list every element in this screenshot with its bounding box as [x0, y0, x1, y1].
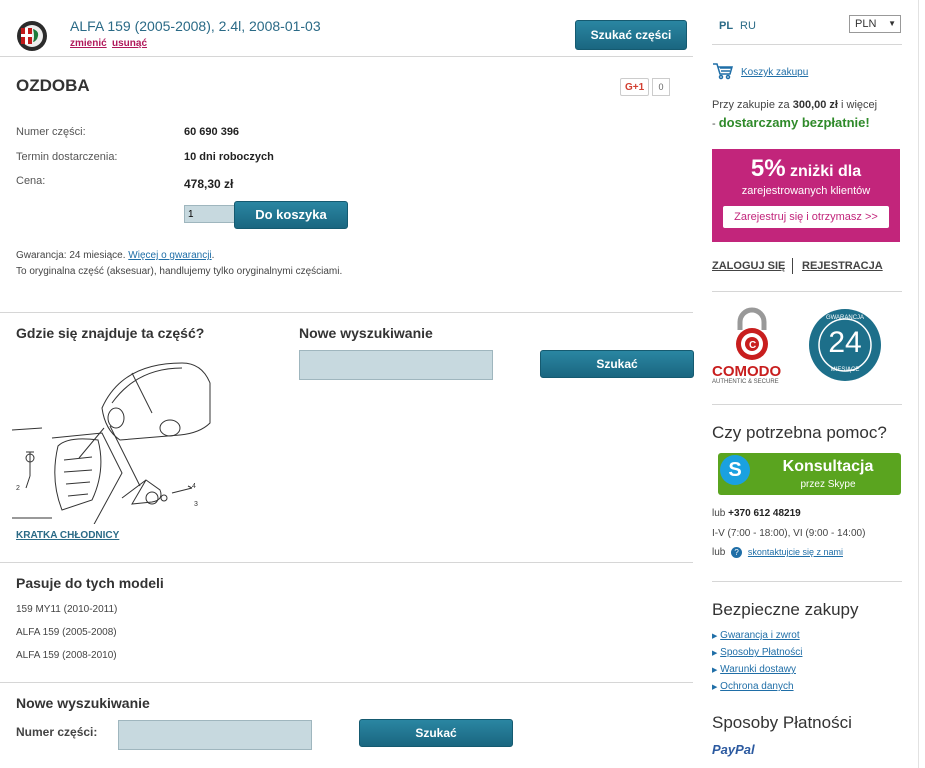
promo-banner[interactable]: 5% zniżki dla zarejestrowanych klientów … [712, 149, 900, 242]
remove-vehicle-link[interactable]: usunąć [112, 38, 147, 49]
part-number-search-label: Numer części: [16, 725, 98, 739]
skype-subtitle: przez Skype [800, 479, 856, 490]
search-parts-button[interactable]: Szukać części [575, 20, 687, 50]
new-search-heading: Nowe wyszukiwanie [299, 325, 433, 341]
help-icon: ? [731, 547, 743, 558]
safe-shopping-heading: Bezpieczne zakupy [712, 600, 859, 619]
seal-bottom-text: MIESIĄCE [830, 367, 860, 373]
delivery-label: Termin dostarczenia: [16, 151, 118, 163]
change-vehicle-link[interactable]: zmienić [70, 38, 107, 49]
cart-icon[interactable] [712, 62, 734, 80]
model-item: ALFA 159 (2008-2010) [16, 650, 117, 661]
svg-text:3: 3 [194, 501, 198, 508]
original-text: To oryginalna część (aksesuar), handluje… [16, 266, 343, 277]
arrow-icon: ▶ [712, 650, 718, 657]
quantity-input[interactable] [184, 205, 236, 223]
login-link[interactable]: ZALOGUJ SIĘ [712, 260, 785, 272]
promo-text: zniżki dla [790, 163, 862, 180]
part-number-search-input[interactable] [118, 720, 312, 750]
seal-top-text: GWARANCJA [825, 315, 865, 321]
part-number-search-button[interactable]: Szukać [359, 719, 513, 747]
divider [0, 312, 693, 313]
lang-ru[interactable]: RU [740, 20, 756, 32]
help-heading: Czy potrzebna pomoc? [712, 423, 887, 442]
seal-number: 24 [828, 326, 862, 359]
arrow-icon: ▶ [712, 633, 718, 640]
divider [712, 404, 902, 405]
register-link[interactable]: REJESTRACJA [802, 260, 883, 272]
price-label: Cena: [16, 175, 46, 187]
contact-line: lub ? skontaktujcie się z nami [712, 547, 843, 558]
phone-line: lub +370 612 48219 [712, 508, 801, 519]
paypal-logo: PayPal [712, 742, 755, 757]
new-search-button[interactable]: Szukać [540, 350, 694, 378]
part-title: OZDOBA [16, 76, 90, 95]
currency-select[interactable]: PLN ▼ [849, 15, 901, 33]
skype-title: Konsultacja [782, 458, 874, 475]
phone-number: +370 612 48219 [728, 508, 801, 519]
gplus-count: 0 [652, 78, 670, 96]
add-to-cart-button[interactable]: Do koszyka [234, 201, 348, 229]
svg-text:4: 4 [192, 483, 196, 490]
svg-text:C: C [749, 340, 756, 351]
chevron-down-icon: ▼ [888, 19, 896, 28]
model-item: ALFA 159 (2005-2008) [16, 627, 117, 638]
shipping-info: Przy zakupie za 300,00 zł i więcej - dos… [712, 99, 878, 130]
svg-text:2: 2 [16, 485, 20, 492]
arrow-icon: ▶ [712, 684, 718, 691]
diagram-part-link[interactable]: KRATKA CHŁODNICY [16, 530, 119, 541]
promo-percent: 5% [750, 155, 786, 182]
divider [712, 291, 902, 292]
cart-link[interactable]: Koszyk zakupu [741, 67, 808, 78]
price-value: 478,30 zł [184, 177, 234, 191]
gplus-label: G+1 [625, 81, 645, 93]
promo-subtext: zarejestrowanych klientów [741, 185, 871, 197]
part-number-value: 60 690 396 [184, 126, 240, 138]
model-item: 159 MY11 (2010-2011) [16, 604, 118, 615]
link-separator [792, 258, 793, 274]
safe-link-item[interactable]: ▶ Gwarancja i zwrot [712, 630, 800, 641]
comodo-logo-text: COMODO [712, 363, 782, 380]
alfa-logo [16, 20, 48, 52]
safe-link-item[interactable]: ▶ Sposoby Płatności [712, 647, 802, 658]
warranty-text: Gwarancja: 24 miesiące. [16, 250, 126, 261]
vehicle-title: ALFA 159 (2005-2008), 2.4l, 2008-01-03 [70, 18, 321, 34]
arrow-icon: ▶ [712, 667, 718, 674]
free-shipping-text: dostarczamy bezpłatnie! [718, 115, 870, 130]
gplus-button[interactable]: G+1 [620, 78, 650, 96]
warranty-line: Gwarancja: 24 miesiące. Więcej o gwaranc… [16, 250, 215, 261]
divider [712, 581, 902, 582]
divider [712, 44, 902, 45]
warranty-seal: GWARANCJA 24 MIESIĄCE [808, 308, 882, 382]
divider [0, 682, 693, 683]
comodo-subtext: AUTHENTIC & SECURE [712, 379, 779, 385]
bottom-search-heading: Nowe wyszukiwanie [16, 695, 150, 711]
divider [0, 562, 693, 563]
safe-link-item[interactable]: ▶ Ochrona danych [712, 681, 794, 692]
sidebar-right-border [918, 0, 919, 768]
promo-register-button[interactable]: Zarejestruj się i otrzymasz >> [723, 206, 889, 228]
skype-button[interactable]: S Konsultacja przez Skype [718, 453, 901, 495]
location-heading: Gdzie się znajduje ta część? [16, 325, 205, 341]
currency-value: PLN [855, 18, 877, 30]
models-heading: Pasuje do tych modeli [16, 575, 164, 591]
hours-text: I-V (7:00 - 18:00), VI (9:00 - 14:00) [712, 528, 866, 539]
contact-link[interactable]: skontaktujcie się z nami [748, 547, 843, 557]
delivery-value: 10 dni roboczych [184, 151, 274, 163]
divider [0, 56, 693, 57]
lang-pl[interactable]: PL [719, 20, 733, 32]
comodo-badge[interactable]: C COMODO AUTHENTIC & SECURE [712, 306, 802, 386]
payments-heading: Sposoby Płatności [712, 713, 852, 732]
part-diagram[interactable]: 2 4 3 [11, 348, 212, 529]
warranty-link[interactable]: Więcej o gwarancji [128, 250, 211, 261]
part-number-label: Numer części: [16, 126, 86, 138]
new-search-input[interactable] [299, 350, 493, 380]
skype-icon: S [720, 455, 750, 485]
safe-link-item[interactable]: ▶ Warunki dostawy [712, 664, 796, 675]
